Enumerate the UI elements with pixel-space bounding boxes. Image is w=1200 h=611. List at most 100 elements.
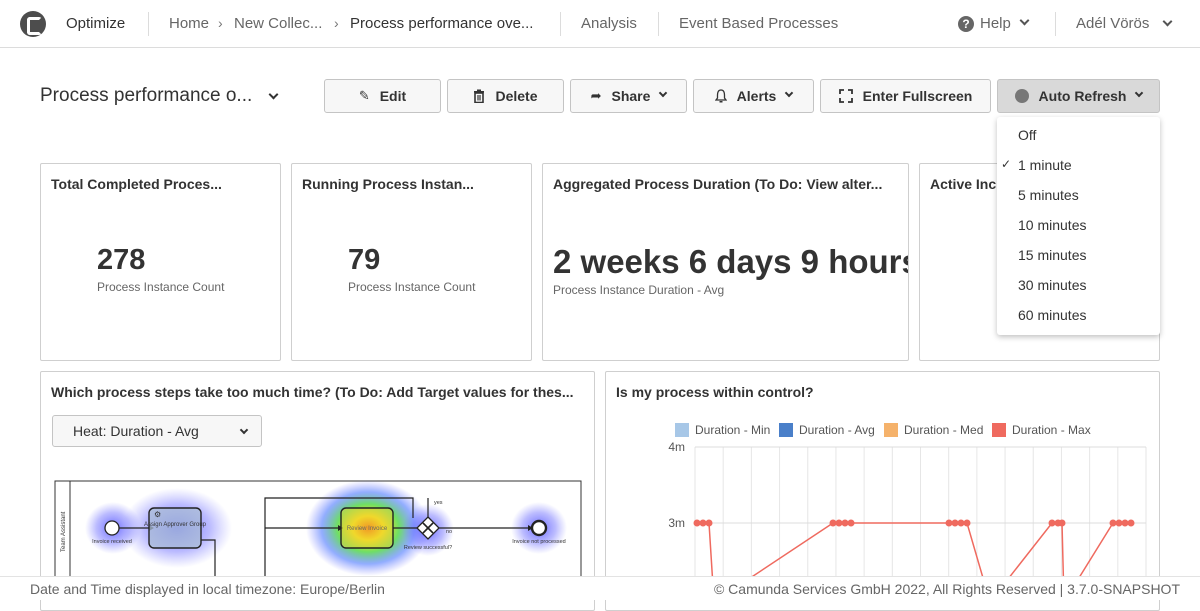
data-point xyxy=(1115,519,1123,527)
bell-icon xyxy=(714,89,727,103)
menu-item-15-minutes[interactable]: 15 minutes xyxy=(1018,247,1086,263)
breadcrumb-collection[interactable]: New Collec... xyxy=(234,15,322,32)
select-value: Heat: Duration - Avg xyxy=(73,423,199,439)
task-label: Assign Approver Group xyxy=(144,522,207,528)
share-label: Share xyxy=(611,88,651,104)
data-point xyxy=(847,519,855,527)
delete-label: Delete xyxy=(495,88,538,104)
header-divider xyxy=(658,12,659,36)
nav-analysis[interactable]: Analysis xyxy=(581,15,637,32)
breadcrumb-separator-icon: › xyxy=(218,15,223,31)
report-heatmap[interactable]: Which process steps take too much time? … xyxy=(40,371,595,611)
data-point xyxy=(829,519,837,527)
chevron-down-icon xyxy=(785,88,794,98)
data-point xyxy=(1058,519,1066,527)
help-menu[interactable]: ? Help xyxy=(958,15,1030,32)
start-event-label: Invoice received xyxy=(92,539,132,545)
menu-item-1-minute[interactable]: ✓ 1 minute xyxy=(1001,157,1072,173)
data-point xyxy=(945,519,953,527)
dashboard-title-text: Process performance o... xyxy=(40,85,253,106)
header-divider xyxy=(1055,12,1056,36)
tile-title: Active Inci xyxy=(930,176,1001,192)
gateway-label: Review successful? xyxy=(404,545,452,551)
delete-button[interactable]: Delete xyxy=(447,79,564,113)
breadcrumb-home[interactable]: Home xyxy=(169,15,209,32)
chevron-down-icon xyxy=(1162,16,1172,27)
copyright-note: © Camunda Services GmbH 2022, All Rights… xyxy=(713,581,1180,597)
chevron-down-icon xyxy=(1019,15,1030,26)
menu-item-10-minutes[interactable]: 10 minutes xyxy=(1018,217,1086,233)
check-icon: ✓ xyxy=(1001,157,1012,171)
breadcrumb-separator-icon: › xyxy=(334,15,339,31)
report-control-chart[interactable]: Is my process within control? Duration -… xyxy=(605,371,1160,611)
alerts-button[interactable]: Alerts xyxy=(693,79,814,113)
chevron-down-icon xyxy=(659,88,668,98)
heat-measure-select[interactable]: Heat: Duration - Avg xyxy=(52,415,262,447)
tile-title: Running Process Instan... xyxy=(302,176,474,192)
flow-label-yes: yes xyxy=(434,500,443,506)
series-line xyxy=(697,522,1131,582)
edit-label: Edit xyxy=(379,88,407,104)
enter-fullscreen-button[interactable]: Enter Fullscreen xyxy=(820,79,991,113)
timezone-note: Date and Time displayed in local timezon… xyxy=(30,581,385,597)
trash-icon xyxy=(474,89,485,103)
end-event-label: Invoice not processed xyxy=(512,539,566,545)
flow-label-no: no xyxy=(446,529,452,535)
menu-item-off[interactable]: Off xyxy=(1018,127,1036,143)
tile-caption: Process Instance Count xyxy=(97,280,225,294)
data-point xyxy=(705,519,713,527)
camunda-logo[interactable] xyxy=(20,11,46,37)
gear-icon: ⚙ xyxy=(154,510,161,519)
data-point xyxy=(957,519,965,527)
report-tile-completed[interactable]: Total Completed Proces... 278 Process In… xyxy=(40,163,281,361)
app-name[interactable]: Optimize xyxy=(66,15,125,32)
menu-item-60-minutes[interactable]: 60 minutes xyxy=(1018,307,1086,323)
dashboard-title[interactable]: Process performance o... xyxy=(40,85,278,107)
share-button[interactable]: ➦ Share xyxy=(570,79,687,113)
auto-refresh-button[interactable]: Auto Refresh xyxy=(997,79,1160,113)
tile-caption: Process Instance Count xyxy=(348,280,476,294)
data-point xyxy=(835,519,843,527)
header-divider xyxy=(148,12,149,36)
fullscreen-icon xyxy=(838,89,853,103)
tile-title: Aggregated Process Duration (To Do: View… xyxy=(553,176,883,192)
user-menu[interactable]: Adél Vörös xyxy=(1076,15,1172,32)
help-label: Help xyxy=(980,15,1011,32)
header-divider xyxy=(560,12,561,36)
report-tile-duration[interactable]: Aggregated Process Duration (To Do: View… xyxy=(542,163,909,361)
tile-number: 79 xyxy=(348,244,381,276)
tile-title: Total Completed Proces... xyxy=(51,176,222,192)
tile-number: 278 xyxy=(97,244,146,276)
end-event xyxy=(530,519,548,537)
auto-refresh-menu: Off ✓ 1 minute 5 minutes 10 minutes 15 m… xyxy=(997,117,1160,335)
chevron-down-icon xyxy=(239,425,249,435)
lane-label: Team Assistant xyxy=(61,511,67,552)
data-point xyxy=(951,519,959,527)
y-tick-label: 3m xyxy=(668,516,685,530)
control-line-chart[interactable]: 4m 3m xyxy=(606,432,1159,582)
data-point xyxy=(1121,519,1129,527)
share-icon: ➦ xyxy=(590,88,602,103)
chevron-down-icon xyxy=(268,89,278,100)
menu-item-30-minutes[interactable]: 30 minutes xyxy=(1018,277,1086,293)
report-title: Which process steps take too much time? … xyxy=(51,384,574,400)
data-point xyxy=(841,519,849,527)
edit-button[interactable]: ✎ Edit xyxy=(324,79,441,113)
start-event xyxy=(104,520,120,536)
data-point xyxy=(963,519,971,527)
menu-item-5-minutes[interactable]: 5 minutes xyxy=(1018,187,1079,203)
footer: Date and Time displayed in local timezon… xyxy=(0,576,1200,600)
alerts-label: Alerts xyxy=(736,88,777,104)
report-title: Is my process within control? xyxy=(616,384,814,400)
help-icon: ? xyxy=(958,15,974,32)
auto-refresh-label: Auto Refresh xyxy=(1038,88,1127,104)
data-point xyxy=(699,519,707,527)
task-label: Review Invoice xyxy=(347,526,388,532)
report-tile-running[interactable]: Running Process Instan... 79 Process Ins… xyxy=(291,163,532,361)
breadcrumb-current: Process performance ove... xyxy=(350,15,534,32)
refresh-status-icon xyxy=(1014,89,1029,103)
data-point xyxy=(1109,519,1117,527)
nav-event-based-processes[interactable]: Event Based Processes xyxy=(679,15,838,32)
tile-number: 2 weeks 6 days 9 hours xyxy=(553,243,909,280)
chart-grid xyxy=(694,446,1147,582)
